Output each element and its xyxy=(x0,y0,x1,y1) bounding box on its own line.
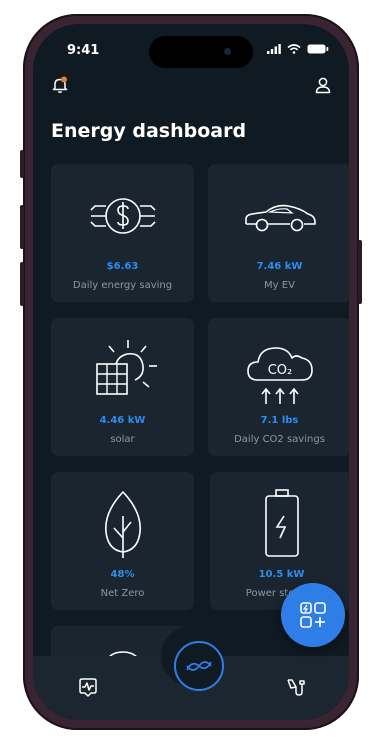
money-icon xyxy=(89,198,156,234)
card-value: 7.46 kW xyxy=(256,261,303,272)
card-label: Net Zero xyxy=(100,588,145,599)
co2-cloud-icon: CO₂ xyxy=(246,347,313,404)
profile-button[interactable] xyxy=(314,76,332,98)
add-widget-icon xyxy=(300,602,326,628)
car-icon xyxy=(244,204,316,232)
card-value: $6.63 xyxy=(106,261,139,272)
phone-volume-down-button xyxy=(20,262,24,306)
add-widget-button[interactable] xyxy=(281,583,345,647)
notification-button[interactable] xyxy=(51,76,69,98)
status-time: 9:41 xyxy=(67,43,100,58)
card-label: Daily energy saving xyxy=(72,280,173,291)
card-value: 48% xyxy=(110,569,135,580)
phone-volume-up-button xyxy=(20,205,24,249)
card-solar[interactable]: 4.46 kW solar xyxy=(51,318,194,456)
charger-plug-icon xyxy=(287,679,305,696)
bell-icon xyxy=(52,76,68,93)
dynamic-island xyxy=(149,36,253,68)
card-value: 4.46 kW xyxy=(99,415,146,426)
card-daily-co2-savings[interactable]: CO₂ 7.1 lbs Daily CO2 savings xyxy=(208,318,349,456)
co2-text: CO₂ xyxy=(267,363,292,378)
battery-icon xyxy=(264,489,299,557)
energy-flow-icon xyxy=(186,661,212,671)
card-label: solar xyxy=(110,434,135,445)
solar-panel-icon xyxy=(95,340,157,395)
nav-activity-button[interactable] xyxy=(77,676,99,702)
leaf-icon xyxy=(104,490,141,558)
card-value: 10.5 kW xyxy=(258,569,305,580)
camera-icon xyxy=(224,48,231,55)
wifi-icon xyxy=(287,44,301,54)
nav-energy-flow-button[interactable] xyxy=(174,641,224,691)
card-net-zero[interactable]: 48% Net Zero xyxy=(51,472,194,610)
phone-action-button xyxy=(20,150,24,178)
nav-charger-button[interactable] xyxy=(285,676,307,702)
status-icons xyxy=(267,44,329,54)
signal-icon xyxy=(267,44,281,54)
card-value: 7.1 lbs xyxy=(260,415,299,426)
card-my-ev[interactable]: 7.46 kW My EV xyxy=(208,164,349,302)
card-label: Daily CO2 savings xyxy=(234,434,325,445)
battery-status-icon xyxy=(307,44,329,54)
card-label: My EV xyxy=(264,280,295,291)
phone-power-button xyxy=(358,240,362,304)
activity-icon xyxy=(79,678,97,697)
page-title: Energy dashboard xyxy=(51,120,247,142)
app-screen: 9:41 Energy dashboard $6.63 Daily energy… xyxy=(33,24,349,720)
card-daily-energy-saving[interactable]: $6.63 Daily energy saving xyxy=(51,164,194,302)
user-icon xyxy=(315,77,331,94)
